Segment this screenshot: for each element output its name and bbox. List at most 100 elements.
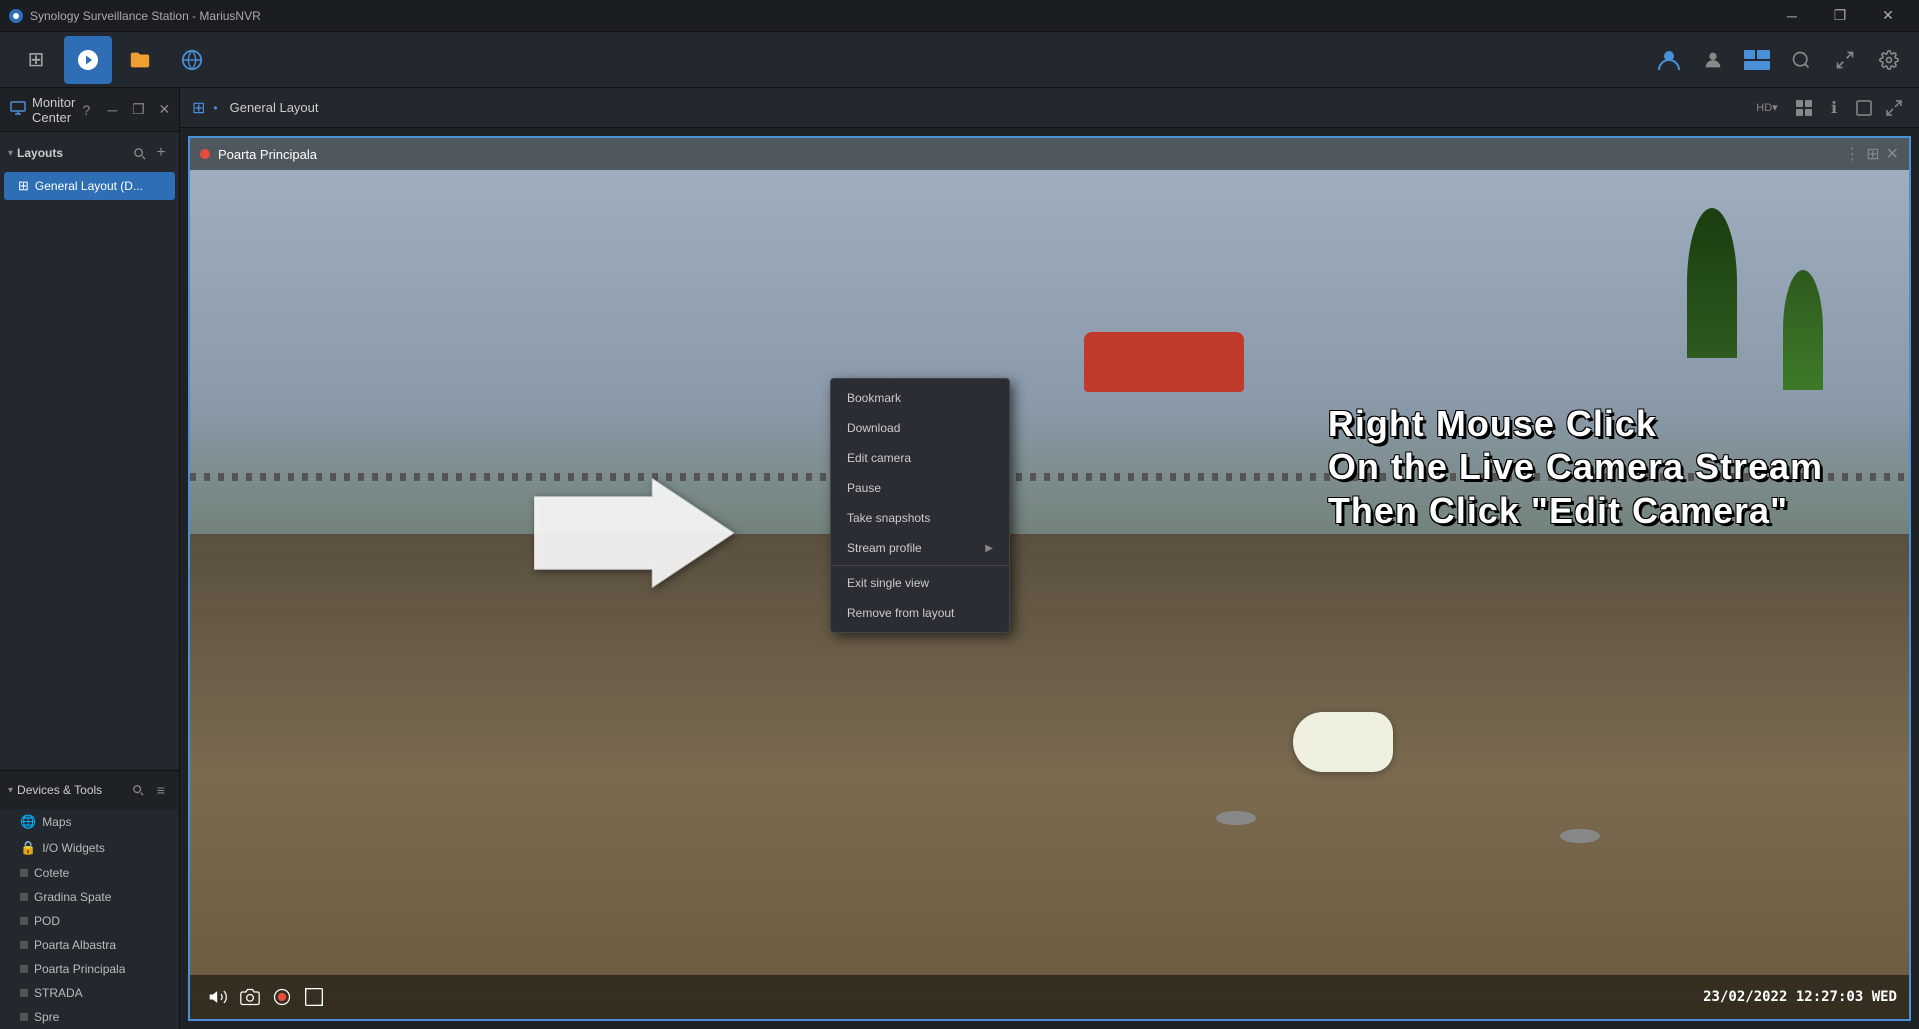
app-toolbar: ⊞ [0,32,1919,88]
device-poarta-albastra-label: Poarta Albastra [34,938,116,952]
simulated-tree-1 [1783,270,1823,390]
devices-search-button[interactable] [128,780,148,800]
layouts-section-title: Layouts [17,146,129,160]
devices-chevron-icon: ▾ [8,785,13,796]
sidebar: Monitor Center ? ─ ❐ ✕ ▾ Layouts [0,88,180,1029]
layout-item-grid-icon: ⊞ [18,178,29,194]
layout-item-general[interactable]: ⊞ General Layout (D... [4,172,175,200]
context-menu-item-snapshot[interactable]: Take snapshots [831,503,1009,533]
context-bookmark-label: Bookmark [847,391,901,405]
device-spre-label: Spre [34,1010,59,1024]
fullscreen-button[interactable] [1827,42,1863,78]
layouts-add-button[interactable]: + [151,143,171,163]
devices-options-button[interactable]: ≡ [151,780,171,800]
monitor-restore-button[interactable]: ❐ [127,99,149,121]
layouts-search-button[interactable] [129,143,149,163]
toolbar-network-button[interactable] [168,36,216,84]
monitor-center-header: Monitor Center ? ─ ❐ ✕ [0,88,179,132]
record-button[interactable] [266,981,298,1013]
device-item-poarta-albastra[interactable]: Poarta Albastra [0,933,179,957]
device-cotete-label: Cotete [34,866,69,880]
device-gradina-spate-label: Gradina Spate [34,890,111,904]
close-button[interactable]: ✕ [1865,0,1911,32]
globe-icon: 🌐 [20,814,36,830]
strada-status-dot [20,989,28,997]
monitor-minimize-button[interactable]: ─ [101,99,123,121]
search-button[interactable] [1783,42,1819,78]
device-item-pod[interactable]: POD [0,909,179,933]
device-item-maps[interactable]: 🌐 Maps [0,809,179,835]
camera-grid-button[interactable]: ⊞ [1866,144,1879,164]
context-menu-item-remove[interactable]: Remove from layout [831,598,1009,628]
simulated-bowl-2 [1560,829,1600,843]
content-area: ⊞ • General Layout HD▾ ℹ [180,88,1919,1029]
context-menu-item-download[interactable]: Download [831,413,1009,443]
camera-more-button[interactable]: ⋮ [1844,144,1860,164]
toolbar-grid-button[interactable]: ⊞ [12,36,60,84]
camera-footer: 23/02/2022 12:27:03 WED [190,975,1909,1019]
context-exit-single-label: Exit single view [847,576,929,590]
window-mode-button[interactable] [1851,95,1877,121]
device-io-widgets-label: I/O Widgets [42,841,105,855]
grid-view-button[interactable] [1791,95,1817,121]
volume-button[interactable] [202,981,234,1013]
window-controls: ─ ❐ ✕ [1769,0,1911,32]
devices-header[interactable]: ▾ Devices & Tools ≡ [0,771,179,809]
monitor-close-button[interactable]: ✕ [153,99,175,121]
monitor-help-button[interactable]: ? [75,99,97,121]
device-item-cotete[interactable]: Cotete [0,861,179,885]
camera-feed[interactable]: Poarta Principala ⋮ ⊞ ✕ Right Mouse Clic… [188,136,1911,1021]
context-snapshot-label: Take snapshots [847,511,930,525]
device-item-strada[interactable]: STRADA [0,981,179,1005]
minimize-button[interactable]: ─ [1769,0,1815,32]
device-item-gradina-spate[interactable]: Gradina Spate [0,885,179,909]
device-item-io-widgets[interactable]: 🔒 I/O Widgets [0,835,179,861]
info-button[interactable]: ℹ [1821,95,1847,121]
device-pod-label: POD [34,914,60,928]
context-pause-label: Pause [847,481,881,495]
poarta-albastra-status-dot [20,941,28,949]
context-menu-divider [831,565,1009,566]
camera-close-button[interactable]: ✕ [1886,144,1899,164]
context-menu-item-pause[interactable]: Pause [831,473,1009,503]
toolbar-folder-button[interactable] [116,36,164,84]
layouts-section-header[interactable]: ▾ Layouts + [0,136,179,170]
fit-button[interactable] [298,981,330,1013]
simulated-dog [1293,712,1393,772]
device-item-poarta-principala[interactable]: Poarta Principala [0,957,179,981]
person-button[interactable] [1695,42,1731,78]
context-edit-camera-label: Edit camera [847,451,911,465]
device-poarta-principala-label: Poarta Principala [34,962,125,976]
settings-button[interactable] [1871,42,1907,78]
layout-switch-button[interactable] [1739,42,1775,78]
titlebar: Synology Surveillance Station - MariusNV… [0,0,1919,32]
camera-timestamp: 23/02/2022 12:27:03 WED [1703,989,1897,1005]
pod-status-dot [20,917,28,925]
sidebar-spacer [0,206,179,770]
ground-area [190,534,1909,1019]
layout-grid-icon: ⊞ [192,98,205,118]
layouts-chevron-icon: ▾ [8,148,13,159]
toolbar-camera-button[interactable] [64,36,112,84]
toolbar-right [1651,42,1907,78]
expand-button[interactable] [1881,95,1907,121]
context-download-label: Download [847,421,900,435]
camera-background [190,138,1909,1019]
context-menu-item-exit-single[interactable]: Exit single view [831,568,1009,598]
resolution-dropdown-button[interactable]: HD▾ [1747,95,1787,121]
camera-header: Poarta Principala ⋮ ⊞ ✕ [190,138,1909,170]
camera-recording-dot [200,149,210,159]
snapshot-button[interactable] [234,981,266,1013]
context-menu-item-bookmark[interactable]: Bookmark [831,383,1009,413]
submenu-arrow-icon: ▶ [985,543,993,554]
camera-feed-wrapper: Poarta Principala ⋮ ⊞ ✕ Right Mouse Clic… [180,128,1919,1029]
device-item-spre[interactable]: Spre [0,1005,179,1029]
titlebar-title: Synology Surveillance Station - MariusNV… [30,9,1769,23]
monitor-center-actions: ? ─ ❐ ✕ [75,99,175,121]
restore-button[interactable]: ❐ [1817,0,1863,32]
context-menu-item-stream[interactable]: Stream profile ▶ [831,533,1009,563]
devices-header-buttons: ≡ [128,780,171,800]
context-menu-item-edit-camera[interactable]: Edit camera [831,443,1009,473]
main-layout: Monitor Center ? ─ ❐ ✕ ▾ Layouts [0,88,1919,1029]
user-avatar-button[interactable] [1651,42,1687,78]
